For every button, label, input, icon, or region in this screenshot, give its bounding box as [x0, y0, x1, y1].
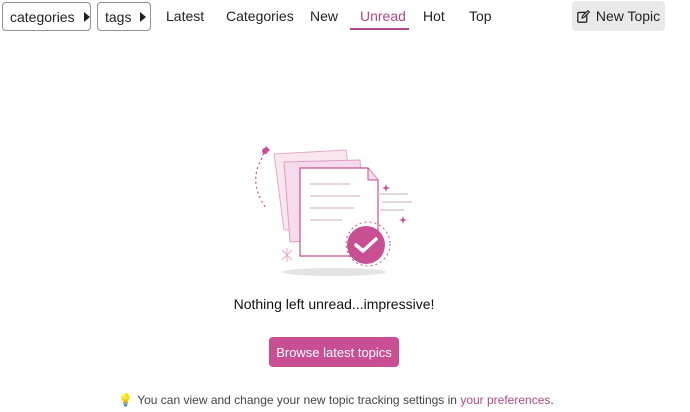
caret-right-icon — [140, 11, 147, 22]
new-topic-button[interactable]: New Topic — [572, 1, 665, 31]
tab-new[interactable]: New — [310, 8, 338, 30]
lightbulb-icon: 💡 — [118, 393, 134, 407]
rocket-icon — [262, 146, 270, 156]
tags-dropdown-label: tags — [105, 8, 132, 25]
top-navigation-bar: categories tags Latest Categories New Un… — [0, 0, 690, 38]
active-tab-indicator — [350, 28, 409, 30]
tip-text: You can view and change your new topic t… — [137, 393, 457, 407]
tab-hot[interactable]: Hot — [423, 8, 445, 30]
tab-latest[interactable]: Latest — [166, 8, 204, 30]
categories-dropdown-label: categories — [10, 8, 75, 25]
tab-unread[interactable]: Unread — [360, 8, 406, 30]
tip-suffix: . — [550, 393, 554, 407]
tab-top[interactable]: Top — [469, 8, 492, 30]
tab-categories[interactable]: Categories — [226, 8, 294, 30]
preferences-link[interactable]: your preferences — [460, 393, 550, 407]
caret-right-icon — [83, 11, 90, 22]
tags-dropdown[interactable]: tags — [97, 2, 151, 31]
browse-latest-topics-button[interactable]: Browse latest topics — [269, 337, 399, 367]
empty-state-message: Nothing left unread...impressive! — [233, 296, 435, 312]
pencil-square-icon — [576, 9, 590, 23]
documents-checkmark-illustration — [255, 146, 412, 276]
new-topic-label: New Topic — [595, 8, 661, 24]
categories-dropdown[interactable]: categories — [2, 2, 91, 31]
tracking-tip: 💡 You can view and change your new topic … — [0, 393, 672, 407]
